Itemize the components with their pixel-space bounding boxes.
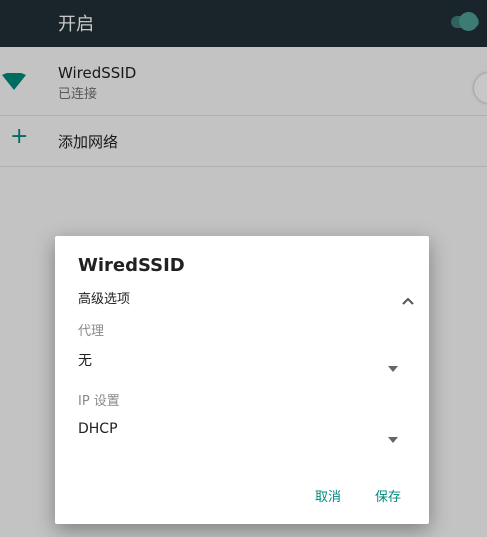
proxy-value: 无 [78,353,92,369]
ip-settings-label: IP 设置 [78,394,120,409]
dropdown-arrow-icon [388,357,398,376]
proxy-label: 代理 [78,324,105,339]
cancel-button[interactable]: 取消 [315,486,341,505]
ip-settings-select[interactable]: DHCP [78,421,398,443]
advanced-options-toggle[interactable]: 高级选项 [78,288,414,310]
proxy-select[interactable]: 无 [78,350,398,372]
ip-settings-value: DHCP [78,421,118,437]
dialog-title: WiredSSID [78,255,185,276]
chevron-up-icon [402,290,414,309]
dropdown-arrow-icon [388,428,398,447]
save-button[interactable]: 保存 [375,486,401,505]
network-dialog: WiredSSID 高级选项 代理 无 IP 设置 DHCP 取消 保存 [55,236,429,524]
advanced-options-label: 高级选项 [78,292,131,307]
